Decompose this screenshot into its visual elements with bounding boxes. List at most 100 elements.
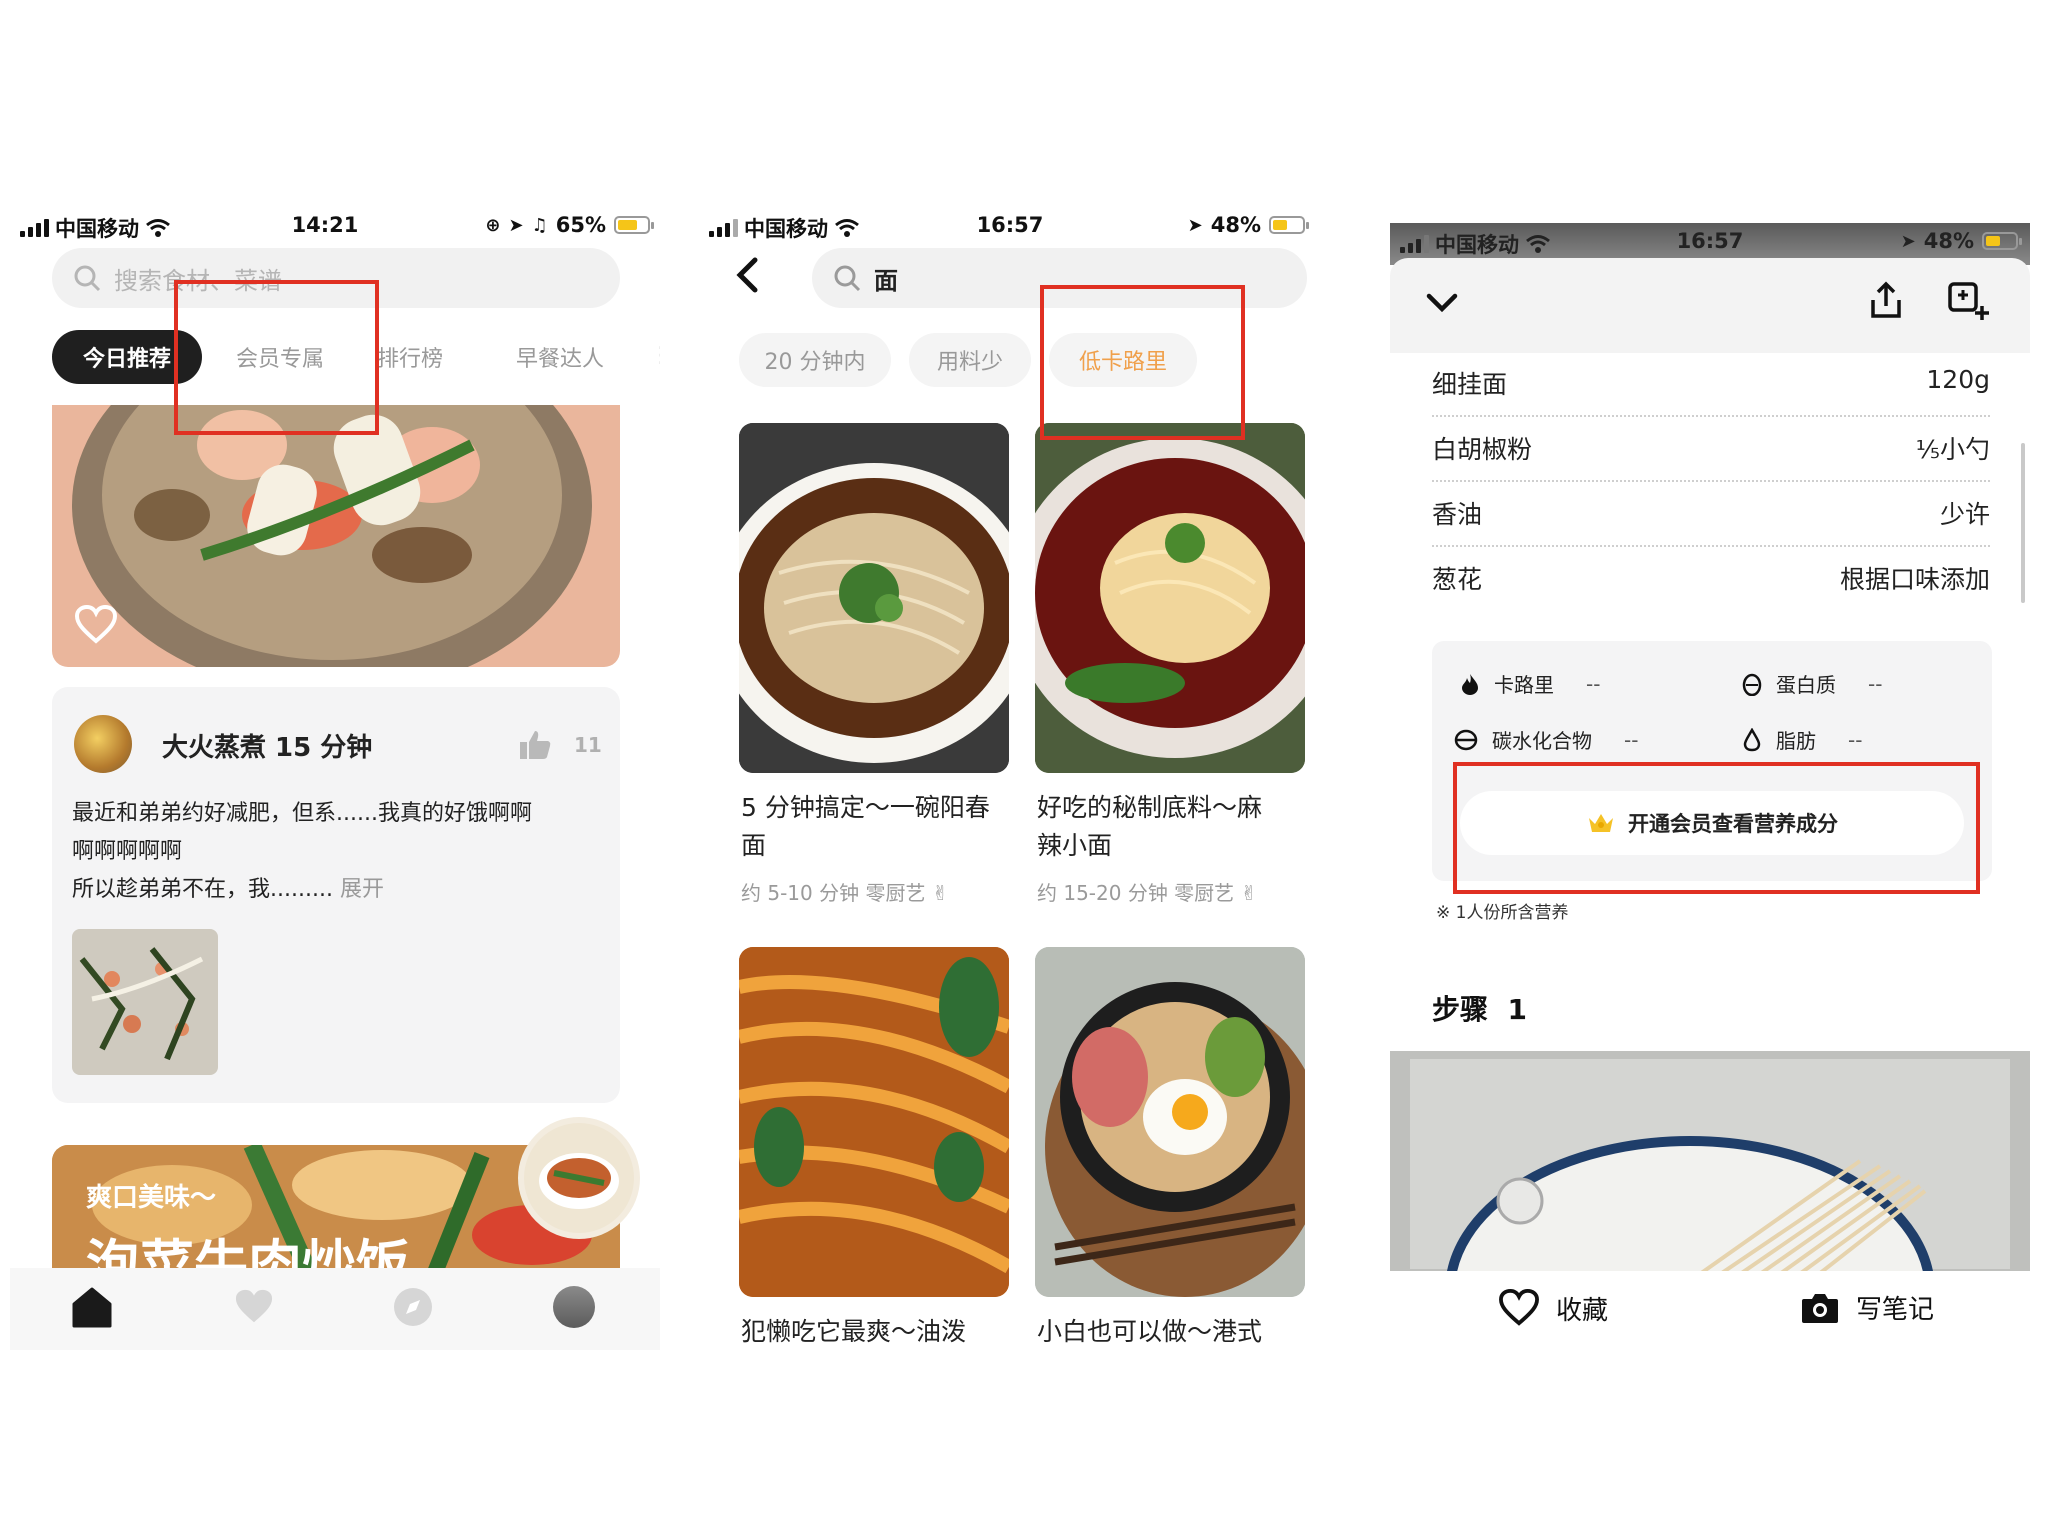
filter-20min[interactable]: 20 分钟内	[739, 333, 891, 387]
recipe-meta-2: 约 15-20 分钟 零厨艺 ✌	[1037, 881, 1258, 905]
nutrition-value: --	[1868, 671, 1883, 696]
status-bar: 中国移动 16:57 ➤ 48%	[1390, 223, 2030, 263]
post-text-line3-wrap: 所以趁弟弟不在，我......... 展开	[72, 871, 384, 903]
note-label: 写笔记	[1856, 1295, 1935, 1325]
battery-icon	[1982, 232, 2022, 250]
nutrition-value: --	[1586, 671, 1601, 696]
filter-few-ingredients[interactable]: 用料少	[909, 333, 1031, 387]
recipe-image-youpo[interactable]	[739, 947, 1009, 1297]
location-icon: ➤	[1900, 230, 1916, 252]
battery-percent: 48%	[1923, 229, 1974, 253]
nutrition-label: 碳水化合物	[1492, 729, 1592, 753]
carb-icon	[1454, 729, 1478, 750]
recipe-title-1b: 面	[741, 831, 767, 860]
nutrition-value: --	[1848, 727, 1863, 752]
camera-icon	[1802, 1293, 1838, 1323]
recipe-title-2b: 辣小面	[1037, 831, 1113, 860]
scrollbar[interactable]	[2021, 443, 2025, 603]
search-icon	[834, 265, 861, 292]
banner-subtitle: 爽口美味～	[86, 1183, 217, 1213]
ingredient-row: 细挂面 120g	[1432, 353, 1990, 417]
write-note-button[interactable]: 写笔记	[1800, 1289, 1934, 1326]
avatar[interactable]	[74, 715, 132, 773]
post-text-line2: 啊啊啊啊啊	[72, 839, 183, 864]
battery-icon	[614, 216, 654, 234]
battery-percent: 48%	[1210, 213, 1261, 237]
bottom-action-bar: 收藏 写笔记	[1390, 1271, 2030, 1353]
thumbs-up-icon[interactable]	[518, 729, 552, 761]
heart-icon[interactable]	[232, 1288, 276, 1326]
ingredient-amount: 根据口味添加	[1839, 565, 1990, 594]
ingredient-name: 白胡椒粉	[1432, 435, 1533, 464]
recipe-title-3: 犯懒吃它最爽～油泼	[741, 1317, 967, 1346]
back-arrow-icon[interactable]	[735, 257, 759, 293]
ingredient-amount: ⅕小勺	[1915, 435, 1990, 464]
recipe-image-yangchun[interactable]	[739, 423, 1009, 773]
headphones-icon: ♫	[531, 214, 548, 236]
collect-label: 收藏	[1556, 1295, 1609, 1326]
nutrition-value: --	[1624, 727, 1639, 752]
location-icon: ➤	[508, 214, 524, 236]
status-bar: 中国移动 14:21 ⊕ ➤ ♫ 65%	[10, 205, 660, 245]
search-value: 面	[874, 266, 898, 295]
bottom-nav	[10, 1268, 660, 1350]
nutrition-fat: 脂肪 --	[1742, 725, 1862, 754]
post-text-line3: 所以趁弟弟不在，我.........	[72, 877, 340, 902]
chevron-down-icon[interactable]	[1426, 292, 1458, 314]
expand-link[interactable]: 展开	[340, 877, 384, 902]
ingredient-amount: 120g	[1926, 365, 1990, 394]
flame-icon	[1462, 673, 1478, 695]
post-title: 大火蒸煮 15 分钟	[162, 733, 373, 763]
recipe-title-1a: 5 分钟搞定～一碗阳春	[741, 793, 990, 822]
favorite-heart-icon[interactable]	[74, 605, 118, 645]
nutrition-calories: 卡路里 --	[1460, 669, 1600, 698]
recipe-title-4: 小白也可以做～港式	[1037, 1317, 1263, 1346]
profile-avatar[interactable]	[553, 1286, 595, 1328]
sheet-header	[1390, 258, 2030, 353]
recipe-image-hk-noodles[interactable]	[1035, 947, 1305, 1297]
highlight-member-tab	[174, 280, 379, 435]
post-text-line1: 最近和弟弟约好减肥，但系......我真的好饿啊啊	[72, 801, 532, 826]
search-icon	[74, 265, 101, 292]
nutrition-label: 卡路里	[1494, 673, 1554, 697]
nutrition-label: 脂肪	[1776, 729, 1816, 753]
ingredient-name: 葱花	[1432, 565, 1483, 594]
add-to-list-icon[interactable]	[1946, 280, 1990, 322]
nutrition-label: 蛋白质	[1776, 673, 1836, 697]
lock-rotation-icon: ⊕	[485, 214, 501, 236]
step-title: 步骤 1	[1432, 993, 1527, 1026]
ingredient-row: 葱花 根据口味添加	[1432, 548, 1990, 610]
ingredient-row: 白胡椒粉 ⅕小勺	[1432, 418, 1990, 482]
collect-button[interactable]: 收藏	[1498, 1289, 1608, 1327]
featured-recipe-image[interactable]	[52, 405, 620, 667]
recipe-meta-1: 约 5-10 分钟 零厨艺 ✌	[741, 881, 949, 905]
highlight-member-button	[1453, 762, 1980, 894]
nutrition-protein: 蛋白质 --	[1742, 669, 1882, 698]
highlight-low-calorie-filter	[1040, 285, 1245, 440]
ingredient-amount: 少许	[1939, 500, 1990, 529]
tab-breakfast[interactable]: 早餐达人	[490, 330, 630, 384]
drop-icon	[1743, 727, 1761, 751]
ingredient-name: 香油	[1432, 500, 1483, 529]
compass-icon[interactable]	[392, 1286, 434, 1328]
step-image[interactable]	[1390, 1051, 2030, 1271]
ingredient-name: 细挂面	[1432, 370, 1508, 399]
location-icon: ➤	[1187, 214, 1203, 236]
recipe-title-2a: 好吃的秘制底料～麻	[1037, 793, 1263, 822]
like-count: 11	[574, 733, 602, 757]
status-bar: 中国移动 16:57 ➤ 48%	[705, 205, 1315, 245]
egg-icon	[1742, 673, 1762, 696]
food-illustration	[72, 405, 592, 667]
nutrition-carbs: 碳水化合物 --	[1454, 725, 1638, 754]
banner-thumb	[518, 1117, 640, 1239]
post-card[interactable]: 大火蒸煮 15 分钟 11 最近和弟弟约好减肥，但系......我真的好饿啊啊 …	[52, 687, 620, 1103]
nutrition-footnote: ※ 1人份所含营养	[1436, 903, 1569, 923]
recipe-image-spicy-noodles[interactable]	[1035, 423, 1305, 773]
home-icon[interactable]	[70, 1286, 114, 1328]
more-tabs-icon[interactable]: ⋮	[650, 343, 660, 368]
ingredient-row: 香油 少许	[1432, 483, 1990, 547]
share-icon[interactable]	[1868, 280, 1904, 320]
battery-icon	[1269, 216, 1309, 234]
post-thumbnail[interactable]	[72, 929, 218, 1075]
heart-icon	[1499, 1289, 1539, 1326]
